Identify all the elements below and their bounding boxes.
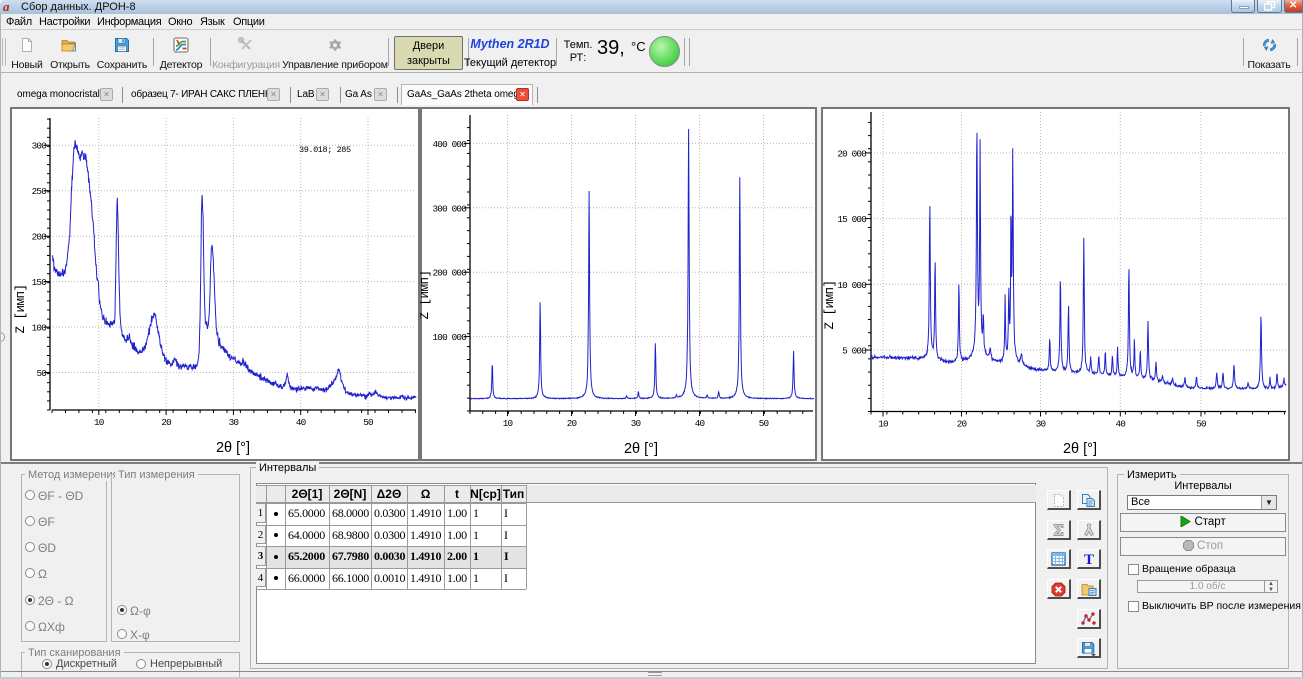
svg-text:T: T (1083, 552, 1093, 566)
svg-text:Z [имп]: Z [имп] (420, 270, 432, 319)
svg-text:20: 20 (957, 419, 967, 430)
svg-text:50: 50 (363, 417, 373, 428)
svg-text:2θ [°]: 2θ [°] (624, 441, 658, 457)
svg-text:10: 10 (878, 419, 888, 430)
svg-text:2θ [°]: 2θ [°] (216, 440, 250, 456)
svg-text:100 000: 100 000 (433, 332, 467, 343)
svg-text:300: 300 (32, 141, 47, 152)
svg-text:400 000: 400 000 (433, 139, 467, 150)
svg-text:50: 50 (759, 418, 769, 429)
svg-text:40: 40 (296, 417, 306, 428)
svg-text:Z [имп]: Z [имп] (14, 284, 28, 333)
svg-text:10: 10 (94, 417, 104, 428)
svg-text:5 000: 5 000 (842, 346, 866, 357)
svg-text:300 000: 300 000 (433, 203, 467, 214)
svg-text:40: 40 (1116, 419, 1126, 430)
svg-text:200: 200 (32, 232, 47, 243)
svg-text:15 000: 15 000 (837, 214, 866, 225)
svg-text:50: 50 (1196, 419, 1206, 430)
svg-text:30: 30 (631, 418, 641, 429)
svg-text:20: 20 (161, 417, 171, 428)
svg-text:Z [имп]: Z [имп] (823, 280, 837, 329)
svg-text:39.018; 285: 39.018; 285 (299, 145, 351, 155)
svg-text:100: 100 (32, 323, 47, 334)
svg-text:20 000: 20 000 (837, 148, 866, 159)
svg-text:50: 50 (36, 368, 46, 379)
svg-text:2θ [°]: 2θ [°] (1063, 441, 1097, 457)
svg-text:30: 30 (229, 417, 239, 428)
svg-text:200 000: 200 000 (433, 268, 467, 279)
svg-text:150: 150 (32, 277, 47, 288)
svg-text:40: 40 (695, 418, 705, 429)
svg-text:250: 250 (32, 186, 47, 197)
svg-text:10: 10 (503, 418, 513, 429)
svg-text:10 000: 10 000 (837, 280, 866, 291)
svg-text:30: 30 (1036, 419, 1046, 430)
svg-text:20: 20 (567, 418, 577, 429)
svg-text:a: a (3, 1, 10, 13)
